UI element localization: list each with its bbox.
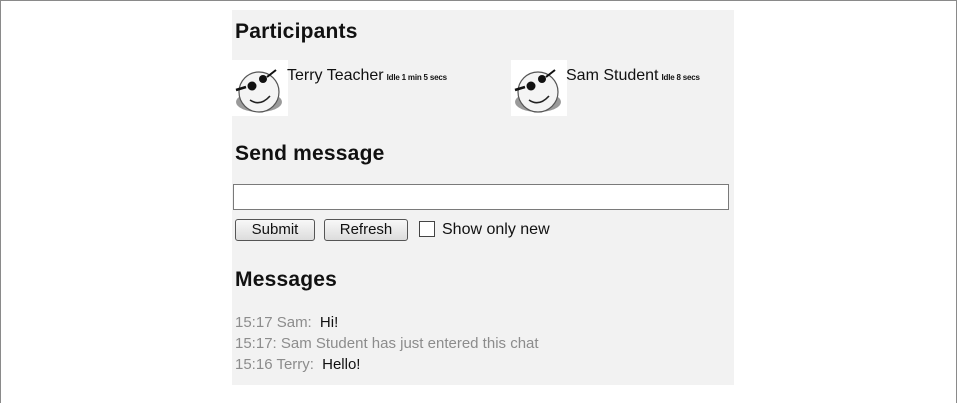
messages-heading: Messages [235,268,337,291]
message-time: 15:17: [235,335,277,352]
show-only-new-checkbox[interactable] [419,221,435,237]
system-message-text: Sam Student has just entered this chat [280,335,539,352]
send-message-heading: Send message [235,142,385,165]
message-input[interactable] [233,184,729,210]
chat-panel: Participants Terry Teacher Idle 1 min 5 s… [232,10,734,385]
system-message-item: 15:17: Sam Student has just entered this… [235,335,539,352]
message-time: 15:17 [235,314,273,331]
show-only-new-label: Show only new [442,221,550,238]
message-text: Hi! [319,314,339,331]
message-item: 15:16 Terry: Hello! [235,356,360,373]
idle-status: Idle 1 min 5 secs [386,73,447,82]
participant-name: Sam Student Idle 8 secs [566,67,700,84]
submit-button[interactable]: Submit [235,219,315,241]
participant-name: Terry Teacher Idle 1 min 5 secs [287,67,447,84]
smiley-avatar-icon [511,60,567,116]
message-author: Sam: [276,314,312,331]
message-text: Hello! [322,356,361,373]
idle-status: Idle 8 secs [661,73,700,82]
message-item: 15:17 Sam: Hi! [235,314,338,331]
smiley-avatar-icon [232,60,288,116]
message-time: 15:16 [235,356,273,373]
refresh-button[interactable]: Refresh [324,219,408,241]
message-author: Terry: [276,356,314,373]
participants-heading: Participants [235,20,358,43]
